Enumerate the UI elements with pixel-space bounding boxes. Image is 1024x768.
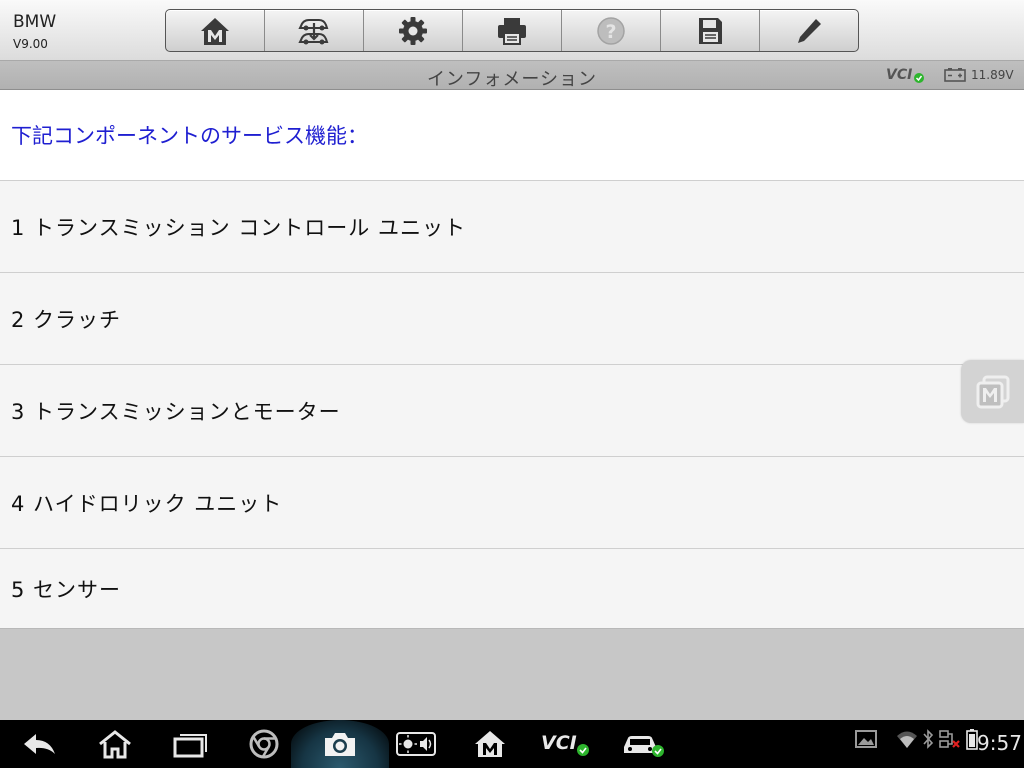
vehicle-button[interactable]: [620, 726, 666, 762]
browser-button[interactable]: [244, 726, 284, 762]
maxisys-icon: [976, 375, 1009, 408]
battery-icon: [944, 68, 966, 82]
gallery-notification-icon: [855, 730, 877, 748]
save-button[interactable]: [661, 10, 760, 51]
car-icon: [624, 736, 664, 757]
help-icon: ?: [597, 16, 625, 45]
vehicle-swap-icon: [298, 18, 329, 44]
chrome-icon: [249, 729, 279, 759]
house-icon: [99, 730, 131, 759]
title-bar: インフォメーション VCI 11.89V: [0, 61, 1024, 90]
list-item[interactable]: 4 ハイドロリック ユニット: [0, 457, 1024, 549]
print-button[interactable]: [463, 10, 562, 51]
floppy-icon: [699, 17, 722, 44]
brightness-volume-icon: [396, 732, 436, 756]
battery-voltage: 11.89V: [971, 68, 1014, 82]
recent-apps-button[interactable]: [170, 726, 210, 762]
floating-menu-button[interactable]: [961, 360, 1024, 423]
back-button[interactable]: [20, 726, 60, 762]
battery-status: 11.89V: [944, 67, 1014, 83]
svg-text:VCI: VCI: [886, 67, 912, 83]
system-nav-bar: VCI 9:57: [0, 720, 1024, 768]
top-header: BMW V9.00 ?: [0, 0, 1024, 61]
list-item-label: 2 クラッチ: [11, 307, 122, 332]
edit-button[interactable]: [760, 10, 858, 51]
printer-icon: [498, 17, 526, 45]
section-header: 下記コンポーネントのサービス機能：: [0, 90, 1024, 181]
wifi-icon: [897, 731, 917, 748]
maxisys-home-button[interactable]: [470, 726, 510, 762]
svg-text:?: ?: [605, 21, 616, 43]
svg-text:VCI: VCI: [541, 732, 577, 754]
bluetooth-icon: [923, 729, 934, 749]
list-item[interactable]: 1 トランスミッション コントロール ユニット: [0, 181, 1024, 273]
page-title: インフォメーション: [426, 69, 598, 90]
camera-icon: [325, 733, 355, 756]
clock: 9:57: [977, 731, 1022, 755]
home-icon: [201, 17, 229, 45]
back-icon: [24, 734, 55, 754]
help-button[interactable]: ?: [562, 10, 661, 51]
list-item-label: 5 センサー: [11, 577, 122, 602]
app-version: V9.00: [13, 37, 48, 51]
maxisys-home-icon: [475, 731, 505, 757]
vci-connected-icon: VCI: [886, 67, 924, 83]
home-button[interactable]: [166, 10, 265, 51]
screenshot-button[interactable]: [320, 726, 360, 762]
pencil-icon: [798, 18, 821, 43]
list-item-label: 1 トランスミッション コントロール ユニット: [11, 215, 466, 240]
section-header-text: 下記コンポーネントのサービス機能：: [11, 124, 368, 148]
list-item[interactable]: 2 クラッチ: [0, 273, 1024, 365]
list-item[interactable]: 3 トランスミッションとモーター: [0, 365, 1024, 457]
display-settings-button[interactable]: [396, 726, 436, 762]
vci-nav-icon: VCI: [541, 732, 589, 756]
vci-nav-button[interactable]: VCI: [540, 726, 592, 762]
list-item[interactable]: 5 センサー: [0, 549, 1024, 629]
list-item-label: 3 トランスミッションとモーター: [11, 399, 341, 424]
vci-status: VCI: [886, 66, 928, 88]
gear-icon: [399, 16, 427, 45]
main-toolbar: ?: [165, 9, 859, 52]
vehicle-swap-button[interactable]: [265, 10, 364, 51]
list-item-label: 4 ハイドロリック ユニット: [11, 491, 283, 516]
home-nav-button[interactable]: [95, 726, 135, 762]
status-area: [854, 728, 978, 750]
settings-button[interactable]: [364, 10, 463, 51]
network-disconnected-icon: [939, 730, 960, 748]
app-name: BMW: [13, 12, 57, 32]
content-area: 下記コンポーネントのサービス機能： 1 トランスミッション コントロール ユニッ…: [0, 90, 1024, 629]
recent-apps-icon: [173, 734, 207, 758]
